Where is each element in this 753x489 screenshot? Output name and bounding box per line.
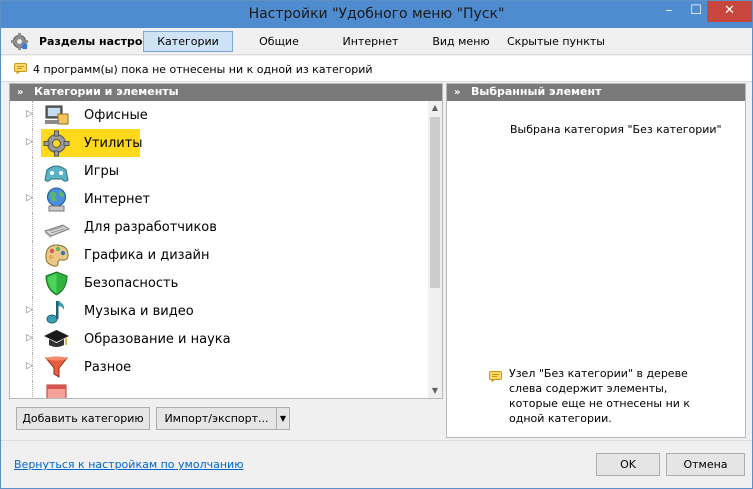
collapse-arrows-icon[interactable]: » [454,85,460,101]
tree-line [32,381,33,398]
tree-item-label: Музыка и видео [84,304,194,319]
graduation-cap-icon [44,330,69,347]
tree-item-office[interactable]: ▷ Офисные [10,101,427,129]
import-export-dropdown-icon[interactable]: ▼ [276,407,290,430]
expand-arrow-icon[interactable]: ▷ [26,333,33,343]
globe-icon [47,187,66,212]
tab-internet[interactable]: Интернет [333,31,408,52]
scroll-up-icon[interactable]: ▲ [428,101,442,115]
tree-item-music-video[interactable]: ▷ Музыка и видео [10,297,427,325]
tree-item-label: Для разработчиков [84,220,217,235]
categories-panel: » Категории и элементы ▷ Офисные ▷ Утили… [9,83,443,399]
message-icon [14,63,27,74]
tab-categories[interactable]: Категории [143,31,233,52]
tree-item-internet[interactable]: ▷ Интернет [10,185,427,213]
minimize-button[interactable]: – [655,1,683,22]
selected-item-panel-header: » Выбранный элемент [447,84,745,101]
music-icon [46,301,65,324]
collapse-arrows-icon[interactable]: » [17,85,23,101]
settings-gear-icon [10,32,29,51]
tree-item-education[interactable]: ▷ Образование и наука [10,325,427,353]
palette-icon [45,244,69,267]
categories-panel-title: Категории и элементы [34,85,179,98]
shield-icon [45,271,68,296]
tree-item-developers[interactable]: Для разработчиков [10,213,427,241]
settings-window: Настройки "Удобного меню "Пуск" – ☐ ✕ Ра… [0,0,753,489]
tree-item-security[interactable]: Безопасность [10,269,427,297]
tree-item-label: Графика и дизайн [84,248,210,263]
gamepad-icon [44,165,69,182]
expand-arrow-icon[interactable]: ▷ [26,109,33,119]
reset-defaults-link[interactable]: Вернуться к настройкам по умолчанию [14,458,243,471]
tab-general[interactable]: Общие [244,31,314,52]
tree-line [32,269,33,297]
hint-text: Узел "Без категории" в дереве слева соде… [509,367,691,425]
expand-arrow-icon[interactable]: ▷ [26,361,33,371]
uncategorized-count-message: 4 программ(ы) пока не отнесены ни к одно… [33,63,373,76]
cancel-button[interactable]: Отмена [666,453,745,476]
tree-item-graphics[interactable]: Графика и дизайн [10,241,427,269]
maximize-button[interactable]: ☐ [682,1,710,22]
hint-message-icon [489,371,502,382]
scroll-down-icon[interactable]: ▼ [428,384,442,398]
footer-divider [1,440,752,441]
title-bar[interactable]: Настройки "Удобного меню "Пуск" – ☐ ✕ [1,1,752,28]
info-bar: 4 программ(ы) пока не отнесены ни к одно… [1,56,752,82]
tree-item-label: Игры [84,164,120,179]
window-title: Настройки "Удобного меню "Пуск" [248,6,505,22]
selected-item-panel-title: Выбранный элемент [471,85,602,98]
tree-line [32,157,33,185]
add-category-button[interactable]: Добавить категорию [16,407,150,430]
ok-button[interactable]: OK [596,453,660,476]
tree-item-label: Образование и наука [84,332,231,347]
scrollbar-thumb[interactable] [430,117,440,288]
tree-item-label: Разное [84,360,132,375]
tab-hidden-items[interactable]: Скрытые пункты [506,31,606,52]
tree-item-label: Офисные [84,108,148,123]
office-icon [45,105,69,125]
settings-sections-toolbar: Разделы настроек: Категории Общие Интерн… [1,28,752,55]
tree-item-misc[interactable]: ▷ Разное [10,353,427,381]
tree-item-label: Безопасность [84,276,179,291]
tree-item-label: Утилиты [84,136,143,151]
gear-icon [43,130,70,157]
selected-category-text: Выбрана категория "Без категории" [510,123,722,136]
tree-item-utilities[interactable]: ▷ Утилиты [10,129,427,157]
tree-scrollbar[interactable]: ▲ ▼ [428,101,442,398]
tab-menu-view[interactable]: Вид меню [426,31,496,52]
selected-item-panel: » Выбранный элемент Выбрана категория "Б… [446,83,746,438]
categories-panel-header: » Категории и элементы [10,84,442,101]
tree-item-label: Интернет [84,192,151,207]
expand-arrow-icon[interactable]: ▷ [26,193,33,203]
category-tree: ▷ Офисные ▷ Утилиты Игры ▷ Интернет Для … [10,101,427,398]
close-button[interactable]: ✕ [707,1,752,22]
expand-arrow-icon[interactable]: ▷ [26,137,33,147]
funnel-icon [44,356,69,378]
tree-line [32,213,33,241]
expand-arrow-icon[interactable]: ▷ [26,305,33,315]
tree-item-partial[interactable] [10,381,427,398]
tree-item-games[interactable]: Игры [10,157,427,185]
window-icon [46,384,67,398]
import-export-button[interactable]: Импорт/экспорт... [156,407,277,430]
keyboard-icon [43,224,70,238]
tree-line [32,241,33,269]
